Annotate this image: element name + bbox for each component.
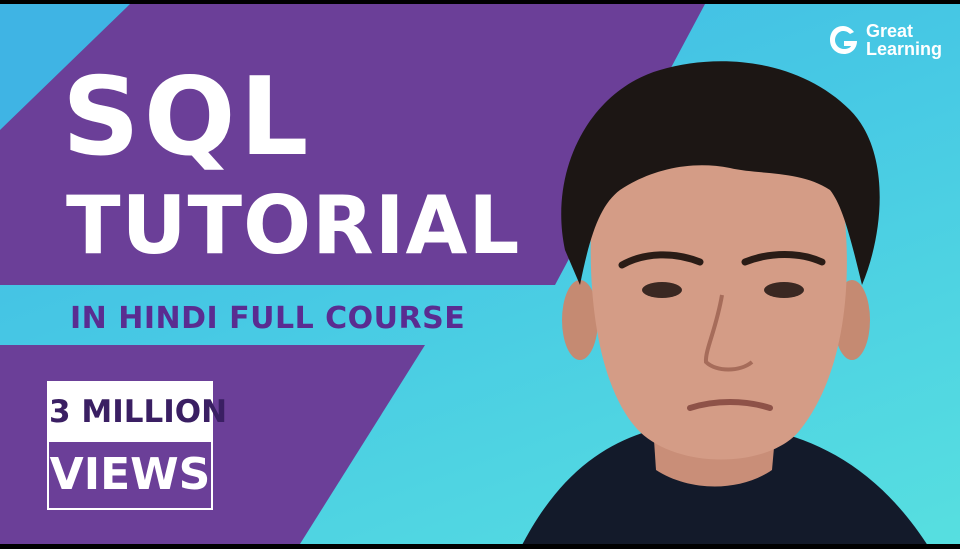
video-thumbnail[interactable]: SQL TUTORIAL IN HINDI FULL COURSE 3 MILL… <box>0 0 960 549</box>
title-tutorial: TUTORIAL <box>66 179 521 272</box>
views-count: 3 MILLION <box>49 383 227 442</box>
title-sql: SQL <box>62 55 313 180</box>
views-label: VIEWS <box>49 449 211 500</box>
bottom-letterbox <box>0 544 960 549</box>
logo-text-learning: Learning <box>865 39 942 59</box>
great-learning-logo: Great Learning <box>826 22 942 58</box>
subtitle: IN HINDI FULL COURSE <box>70 301 466 336</box>
great-learning-g-icon <box>829 26 857 54</box>
top-letterbox <box>0 0 960 4</box>
views-badge: 3 MILLION VIEWS <box>47 381 227 510</box>
logo-text-great: Great <box>865 21 914 41</box>
